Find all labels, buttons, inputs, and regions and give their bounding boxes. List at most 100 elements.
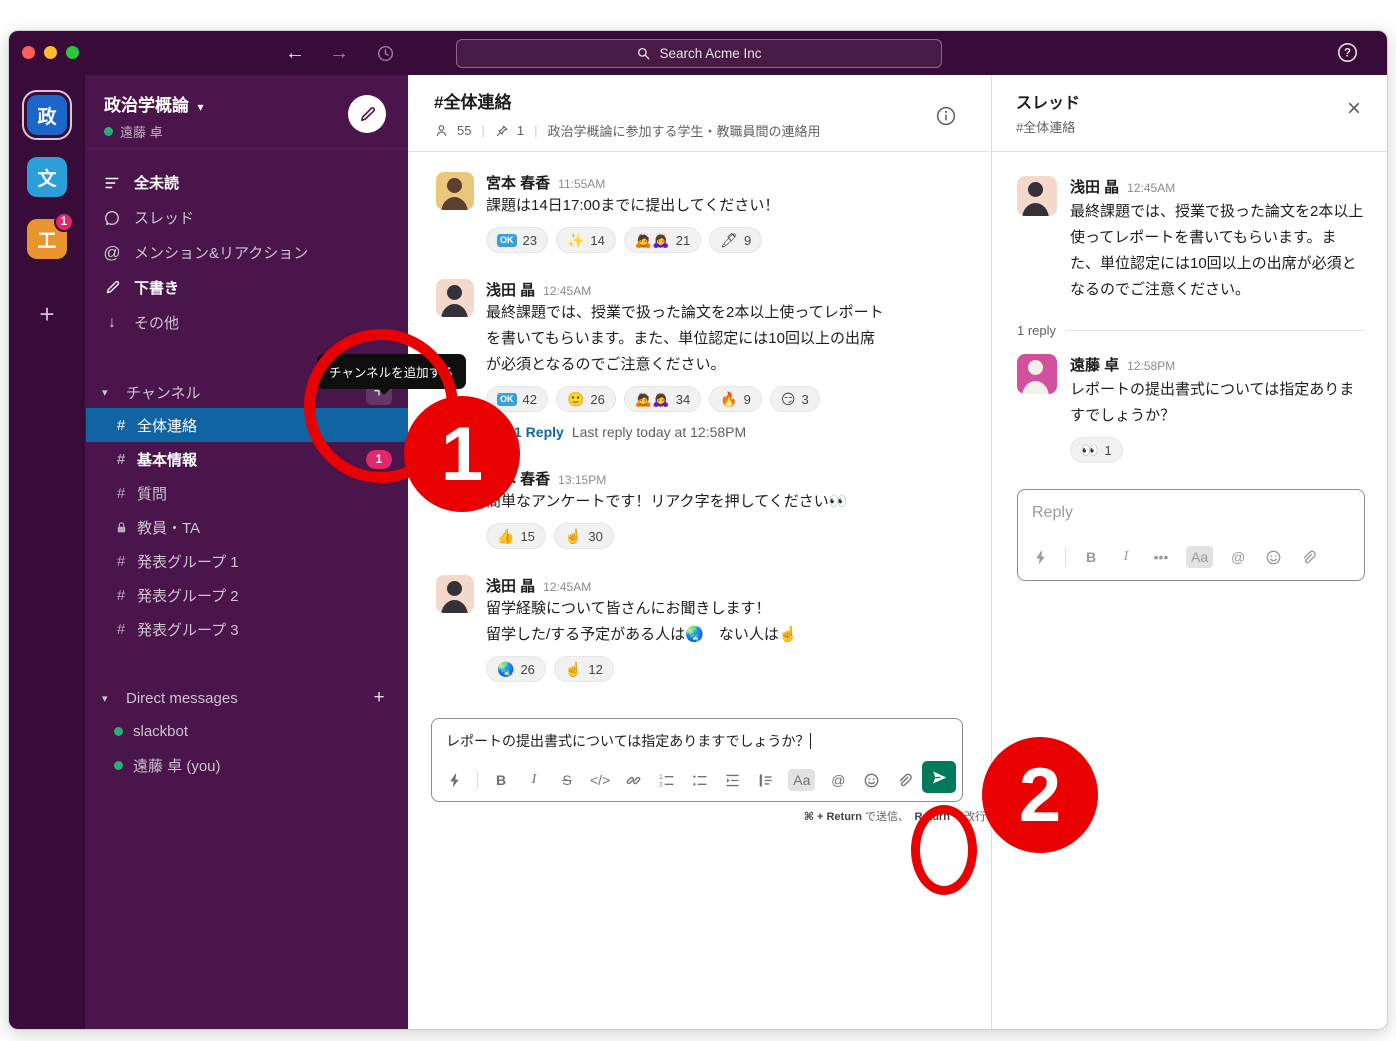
toolbar-emoji-button[interactable]	[861, 769, 881, 791]
zoom-window-button[interactable]	[66, 46, 79, 59]
sidebar-item-label: その他	[134, 312, 179, 333]
toolbar-format-button[interactable]: Aa	[788, 769, 815, 791]
toolbar-bullet-list-button[interactable]	[689, 769, 709, 791]
channel-item[interactable]: #発表グループ 3	[86, 612, 408, 646]
reaction-pill[interactable]: 🖊9	[709, 227, 762, 253]
pin-count[interactable]: 1	[517, 123, 524, 138]
toolbar-ellipsis-button[interactable]: •••	[1151, 546, 1171, 568]
reaction-pill[interactable]: 👀1	[1070, 437, 1123, 463]
reaction-pill[interactable]: 😏3	[770, 386, 820, 412]
message-author[interactable]: 浅田 晶	[486, 575, 535, 596]
reply-input[interactable]: Reply	[1018, 490, 1364, 538]
reaction-pill[interactable]: 🙂26	[556, 386, 616, 412]
history-clock-icon[interactable]	[371, 39, 399, 67]
send-button[interactable]	[922, 761, 956, 793]
toolbar-strikethrough-button[interactable]: S	[557, 769, 577, 791]
dm-item[interactable]: 遠藤 卓 (you)	[86, 748, 408, 782]
close-icon[interactable]: ×	[1347, 97, 1361, 121]
toolbar-bold-button[interactable]: B	[491, 769, 511, 791]
reaction-pill[interactable]: ✨14	[556, 227, 616, 253]
reaction-pill[interactable]: 🙇🙇‍♀️34	[624, 386, 701, 412]
history-back-icon[interactable]: ←	[281, 39, 309, 67]
toolbar-emoji-button[interactable]	[1263, 546, 1283, 568]
sidebar-item-drafts[interactable]: 下書き	[86, 270, 408, 305]
thread-channel[interactable]: #全体連絡	[1016, 117, 1367, 136]
dm-list: slackbot 遠藤 卓 (you)	[86, 714, 408, 782]
close-window-button[interactable]	[22, 46, 35, 59]
svg-text:2: 2	[659, 782, 662, 788]
reaction-row: OK42🙂26🙇🙇‍♀️34🔥9😏3	[486, 386, 973, 412]
toolbar-attach-button[interactable]	[894, 769, 914, 791]
dm-name: 遠藤 卓 (you)	[133, 755, 221, 776]
channel-item[interactable]: #発表グループ 1	[86, 544, 408, 578]
toolbar-attach-button[interactable]	[1298, 546, 1318, 568]
reaction-pill[interactable]: ☝️12	[554, 656, 614, 682]
message-timestamp[interactable]: 12:58PM	[1127, 359, 1175, 373]
channel-item[interactable]: #質問	[86, 476, 408, 510]
toolbar-quote-button[interactable]	[755, 769, 775, 791]
toolbar-mention-button[interactable]: @	[1228, 546, 1248, 568]
composer-input[interactable]: レポートの提出書式については指定ありますでしょうか？	[432, 719, 962, 761]
message-timestamp[interactable]: 12:45AM	[543, 284, 591, 298]
toolbar-ordered-list-button[interactable]: 12	[656, 769, 676, 791]
message-author[interactable]: 浅田 晶	[1070, 176, 1119, 197]
message-timestamp[interactable]: 11:55AM	[558, 177, 605, 191]
message-author[interactable]: 宮本 春香	[486, 172, 550, 193]
toolbar-link-button[interactable]	[623, 769, 643, 791]
channel-item[interactable]: #発表グループ 2	[86, 578, 408, 612]
reaction-pill[interactable]: ☝️30	[554, 523, 614, 549]
workspace-button-3[interactable]: 工1	[27, 219, 67, 259]
message-composer[interactable]: レポートの提出書式については指定ありますでしょうか？ BIS </> 12 Aa @	[431, 718, 963, 802]
member-count[interactable]: 55	[457, 123, 471, 138]
message-timestamp[interactable]: 12:45AM	[543, 580, 591, 594]
toolbar-shortcuts-button[interactable]	[444, 769, 464, 791]
channel-item[interactable]: 教員・TA	[86, 510, 408, 544]
history-forward-icon[interactable]: →	[325, 39, 353, 67]
toolbar-bold-button[interactable]: B	[1081, 546, 1101, 568]
message: 宮本 春香13:15PM簡単なアンケートです！リアク字を押してください👀👍15☝…	[436, 468, 973, 549]
sidebar-item-mentions[interactable]: @メンション&リアクション	[86, 235, 408, 270]
minimize-window-button[interactable]	[44, 46, 57, 59]
message-timestamp[interactable]: 13:15PM	[558, 473, 606, 487]
toolbar-shortcuts-button[interactable]	[1030, 546, 1050, 568]
reaction-pill[interactable]: 🌏26	[486, 656, 546, 682]
add-workspace-button[interactable]: +	[39, 299, 54, 330]
workspace-button-1[interactable]: 政	[27, 95, 67, 135]
mentions-icon: @	[102, 243, 122, 263]
dm-item[interactable]: slackbot	[86, 714, 408, 748]
workspace-header[interactable]: 政治学概論 ▾ 遠藤 卓	[86, 75, 408, 149]
add-dm-button[interactable]: +	[366, 685, 392, 711]
reaction-pill[interactable]: 👍15	[486, 523, 546, 549]
reaction-pill[interactable]: 🔥9	[709, 386, 762, 412]
toolbar-italic-button[interactable]: I	[524, 769, 544, 791]
message-author[interactable]: 浅田 晶	[486, 279, 535, 300]
reply-link[interactable]: 1 Reply	[514, 424, 564, 440]
send-icon	[931, 769, 948, 786]
new-message-button[interactable]	[348, 95, 386, 133]
channel-title[interactable]: #全体連絡	[434, 88, 971, 113]
sidebar-item-threads[interactable]: スレッド	[86, 200, 408, 235]
unreads-icon	[102, 174, 122, 192]
thread-summary[interactable]: 1 ReplyLast reply today at 12:58PM	[486, 422, 973, 442]
help-icon[interactable]: ?	[1336, 41, 1359, 64]
workspace-button-2[interactable]: 文	[27, 157, 67, 197]
toolbar-mention-button[interactable]: @	[828, 769, 848, 791]
message-author[interactable]: 遠藤 卓	[1070, 354, 1119, 375]
message-timestamp[interactable]: 12:45AM	[1127, 181, 1175, 195]
thread-header: スレッド #全体連絡 ×	[992, 75, 1387, 152]
sidebar-item-unreads[interactable]: 全未読	[86, 165, 408, 200]
search-input[interactable]: Search Acme Inc	[456, 39, 942, 68]
thread-reply-composer[interactable]: Reply BI ••• Aa @	[1017, 489, 1365, 581]
channel-topic[interactable]: 政治学概論に参加する学生・教職員間の連絡用	[547, 121, 820, 140]
reaction-pill[interactable]: 🙇🙇‍♀️21	[624, 227, 701, 253]
toolbar-code-button[interactable]: </>	[590, 769, 610, 791]
thread-panel: スレッド #全体連絡 × 浅田 晶12:45AM最終課題では、授業で扱った論文を…	[991, 75, 1387, 1030]
channel-info-icon[interactable]	[935, 105, 957, 127]
toolbar-italic-button[interactable]: I	[1116, 546, 1136, 568]
toolbar-indent-button[interactable]	[722, 769, 742, 791]
dm-header[interactable]: ▾ Direct messages +	[86, 682, 408, 714]
reaction-count: 34	[676, 392, 690, 407]
reaction-pill[interactable]: OK23	[486, 227, 548, 253]
more-icon: ↓	[102, 314, 122, 332]
toolbar-format-button[interactable]: Aa	[1186, 546, 1213, 568]
